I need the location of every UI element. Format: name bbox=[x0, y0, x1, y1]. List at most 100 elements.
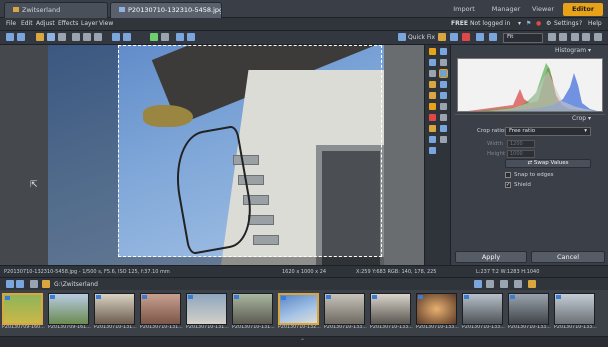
thumbnail[interactable] bbox=[232, 293, 273, 325]
zoom-select[interactable]: Fit bbox=[503, 33, 543, 43]
quick-fix-icon[interactable] bbox=[398, 33, 406, 41]
view-icon[interactable] bbox=[514, 280, 522, 288]
print-icon[interactable] bbox=[58, 33, 66, 41]
fullscreen-icon[interactable] bbox=[582, 33, 590, 41]
help-link[interactable]: Help bbox=[588, 20, 602, 27]
adjust-icon[interactable] bbox=[429, 92, 436, 99]
selection-icon[interactable] bbox=[440, 125, 447, 132]
thumbnail[interactable] bbox=[94, 293, 135, 325]
tab-image[interactable]: P20130710-132310-5458.jpg× bbox=[110, 2, 222, 18]
paste-icon[interactable] bbox=[94, 33, 102, 41]
folder-icon[interactable] bbox=[42, 280, 50, 288]
back-icon[interactable] bbox=[6, 280, 14, 288]
sort-icon[interactable] bbox=[486, 280, 494, 288]
tab-browse-folder[interactable]: Zwitserland bbox=[4, 2, 108, 18]
image-icon[interactable] bbox=[429, 59, 436, 66]
resize-icon[interactable] bbox=[440, 81, 447, 88]
menu-adjust[interactable]: Adjust bbox=[36, 20, 55, 27]
compare-icon[interactable] bbox=[187, 33, 195, 41]
width-field[interactable]: 1200 bbox=[507, 140, 535, 148]
thumbnail[interactable] bbox=[140, 293, 181, 325]
save-icon[interactable] bbox=[47, 33, 55, 41]
star-icon[interactable] bbox=[528, 280, 536, 288]
gear-icon[interactable]: ⚙ bbox=[546, 20, 551, 27]
menu-layer[interactable]: Layer bbox=[81, 20, 98, 27]
thumbnail[interactable] bbox=[416, 293, 457, 325]
red-eye-icon[interactable] bbox=[429, 114, 436, 121]
hand-icon[interactable] bbox=[429, 70, 436, 77]
folder-icon[interactable] bbox=[429, 81, 436, 88]
thumbnail[interactable] bbox=[508, 293, 549, 325]
rotate-icon[interactable] bbox=[440, 92, 447, 99]
print-icon[interactable] bbox=[440, 48, 447, 55]
thumbnail[interactable] bbox=[462, 293, 503, 325]
menu-view[interactable]: View bbox=[99, 20, 113, 27]
menu-edit[interactable]: Edit bbox=[21, 20, 33, 27]
menu-effects[interactable]: Effects bbox=[58, 20, 78, 27]
thumbnail[interactable] bbox=[2, 293, 43, 325]
rotate-right-icon[interactable] bbox=[123, 33, 131, 41]
red-eye-icon[interactable] bbox=[462, 33, 470, 41]
alert-icon[interactable]: ● bbox=[536, 20, 541, 27]
filmstrip-scrollbar[interactable]: ⌃ bbox=[0, 336, 608, 347]
thumbnail[interactable] bbox=[370, 293, 411, 325]
notification-icon[interactable]: ⚑ bbox=[526, 20, 531, 27]
fit-icon[interactable] bbox=[571, 33, 579, 41]
eraser-icon[interactable] bbox=[440, 136, 447, 143]
brush-icon[interactable] bbox=[429, 103, 436, 110]
image-canvas[interactable] bbox=[48, 45, 424, 265]
crop-header[interactable]: Crop ▾ bbox=[455, 114, 605, 124]
auto-fix-icon[interactable] bbox=[429, 48, 436, 55]
settings-link[interactable]: Settings bbox=[554, 20, 579, 27]
folder-path[interactable]: G:\Zwitserland bbox=[54, 281, 98, 288]
rotate-left-icon[interactable] bbox=[112, 33, 120, 41]
copy-icon[interactable] bbox=[83, 33, 91, 41]
panel-toggle-icon[interactable] bbox=[594, 33, 602, 41]
thumbnail[interactable] bbox=[324, 293, 365, 325]
crop-tool-icon[interactable] bbox=[161, 33, 169, 41]
filter-icon[interactable] bbox=[500, 280, 508, 288]
sharpen-icon[interactable] bbox=[476, 33, 484, 41]
dropdown-arrow-icon[interactable]: ▾ bbox=[518, 20, 521, 27]
height-field[interactable]: 1000 bbox=[507, 150, 535, 158]
mode-viewer[interactable]: Viewer bbox=[526, 3, 560, 16]
lasso-icon[interactable] bbox=[429, 136, 436, 143]
histogram-header[interactable]: Histogram ▾ bbox=[455, 47, 605, 57]
up-icon[interactable] bbox=[30, 280, 38, 288]
shield-checkbox[interactable]: ✓ bbox=[505, 182, 511, 188]
magic-icon[interactable] bbox=[438, 33, 446, 41]
resize-icon[interactable] bbox=[150, 33, 158, 41]
zoom-out-icon[interactable] bbox=[559, 33, 567, 41]
batch-icon[interactable] bbox=[176, 33, 184, 41]
cut-icon[interactable] bbox=[72, 33, 80, 41]
mode-import[interactable]: Import bbox=[443, 3, 485, 16]
clone-icon[interactable] bbox=[429, 125, 436, 132]
chevron-down-icon[interactable]: ▾ bbox=[588, 47, 591, 54]
help-icon[interactable]: ? bbox=[579, 20, 582, 27]
layer-icon[interactable] bbox=[440, 103, 447, 110]
snap-checkbox[interactable] bbox=[505, 172, 511, 178]
thumbnail[interactable] bbox=[186, 293, 227, 325]
swap-values-button[interactable]: ⇄ Swap Values bbox=[505, 159, 591, 168]
redo-icon[interactable] bbox=[17, 33, 25, 41]
search-icon[interactable] bbox=[440, 59, 447, 66]
forward-icon[interactable] bbox=[16, 280, 24, 288]
cancel-button[interactable]: Cancel bbox=[531, 251, 605, 263]
apply-button[interactable]: Apply bbox=[455, 251, 527, 263]
open-icon[interactable] bbox=[36, 33, 44, 41]
mode-manager[interactable]: Manager bbox=[485, 3, 527, 16]
mode-editor[interactable]: Editor bbox=[563, 3, 603, 16]
line-icon[interactable] bbox=[429, 147, 436, 154]
chevron-down-icon[interactable]: ▾ bbox=[588, 115, 591, 122]
text-icon[interactable] bbox=[440, 114, 447, 121]
thumbnail[interactable] bbox=[48, 293, 89, 325]
thumbnail[interactable] bbox=[554, 293, 595, 325]
quick-fix-button[interactable]: Quick Fix bbox=[408, 34, 435, 41]
undo-icon[interactable] bbox=[6, 33, 14, 41]
collapse-icon[interactable]: ⌃ bbox=[300, 338, 305, 345]
crop-rectangle[interactable] bbox=[118, 45, 382, 257]
filter-icon[interactable] bbox=[450, 33, 458, 41]
login-status[interactable]: Not logged in bbox=[470, 20, 510, 27]
crop-ratio-select[interactable]: Free ratio ▾ bbox=[505, 127, 591, 136]
levels-icon[interactable] bbox=[489, 33, 497, 41]
